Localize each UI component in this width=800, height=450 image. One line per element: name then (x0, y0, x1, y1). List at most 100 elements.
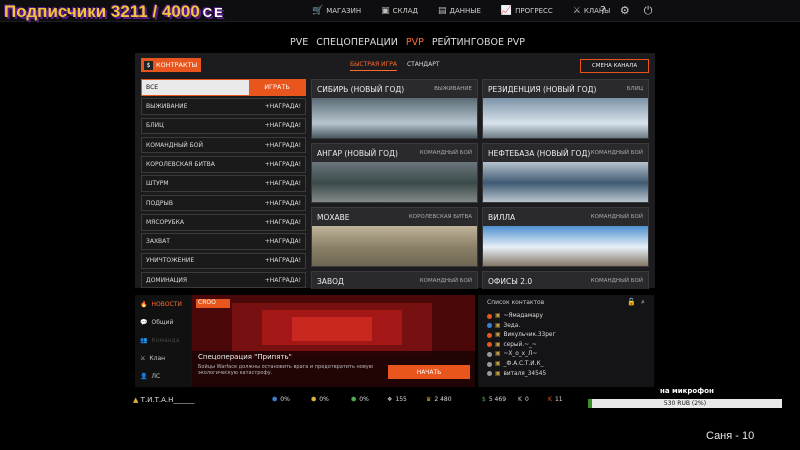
map-thumbnail (483, 98, 648, 138)
mode-action[interactable]: ИГРАТЬ (249, 80, 305, 95)
data-icon: ▤ (438, 6, 447, 16)
chat-tab-2[interactable]: 👥 Команда (135, 331, 191, 349)
mode-row[interactable]: БЛИЦ +НАГРАДА! (141, 117, 306, 135)
mode-action[interactable]: +НАГРАДА! (265, 142, 301, 149)
avatar: ▣ (495, 361, 501, 367)
mode-row[interactable]: УНИЧТОЖЕНИЕ +НАГРАДА! (141, 252, 306, 270)
swords-icon: ⚔ (572, 6, 581, 16)
topnav-item-1[interactable]: ▣ СКЛАД (381, 6, 418, 16)
tab-0[interactable]: PVE (290, 37, 308, 48)
mode-row[interactable]: ДОМИНАЦИЯ +НАГРАДА! (141, 271, 306, 289)
player-name-text: Т.И.Т.А.Н______ (140, 396, 195, 404)
power-icon[interactable]: ⏻ (644, 4, 653, 18)
stat-5: $5 469 (482, 396, 506, 403)
topnav-item-0[interactable]: 🛒 МАГАЗИН (312, 6, 361, 16)
map-card-header: АНГАР (НОВЫЙ ГОД) КОМАНДНЫЙ БОЙ (312, 144, 477, 162)
contact-row[interactable]: ▣ ~Ямадамару (487, 313, 543, 319)
tab-3[interactable]: РЕЙТИНГОВОЕ PVP (432, 37, 525, 48)
blue-booster-icon: ⬢ (272, 396, 278, 403)
chart-icon: 📈 (500, 6, 513, 16)
mode-label: ЗАХВАТ (146, 238, 170, 246)
gear-icon[interactable]: ⚙ (620, 4, 630, 18)
stat-value: 5 469 (488, 396, 507, 403)
map-name: ВИЛЛА (488, 212, 516, 222)
map-name: МОХАВЕ (317, 212, 350, 222)
mode-action[interactable]: +НАГРАДА! (265, 122, 301, 129)
contact-row[interactable]: ▣ Викульчик.33рег (487, 332, 556, 338)
news-title: Спецоперация "Припять" (198, 353, 292, 361)
stat-value: 0% (319, 396, 329, 403)
mode-row[interactable]: ВСЕ ИГРАТЬ (141, 79, 306, 96)
chat-tab-label: НОВОСТИ (151, 300, 182, 308)
contact-row[interactable]: ▣ виталя_34545 (487, 371, 546, 377)
mode-action[interactable]: +НАГРАДА! (265, 103, 301, 110)
stat-value: 2 480 (434, 396, 452, 403)
help-icon[interactable]: ? (600, 4, 606, 18)
stat-3: ❖ 155 (387, 396, 407, 403)
avatar: ▣ (495, 332, 501, 339)
rank-icon: ▲ (133, 396, 139, 404)
clan-icon: ⚔ (140, 354, 146, 362)
contact-name: виталя_34545 (503, 370, 547, 377)
subtab-0[interactable]: БЫСТРАЯ ИГРА (350, 61, 397, 71)
map-card[interactable]: ОФИСЫ 2.0 КОМАНДНЫЙ БОЙ (482, 271, 649, 289)
map-card[interactable]: МОХАВЕ КОРОЛЕВСКАЯ БИТВА (311, 207, 478, 267)
map-grid: СИБИРЬ (НОВЫЙ ГОД) ВЫЖИВАНИЕ РЕЗИДЕНЦИЯ (Н… (311, 79, 651, 289)
mode-action[interactable]: +НАГРАДА! (265, 200, 301, 207)
chat-tab-0[interactable]: 🔥 НОВОСТИ (135, 295, 191, 313)
topnav-label: ДАННЫЕ (449, 7, 481, 15)
mode-label: ШТУРМ (146, 180, 169, 188)
mode-action[interactable]: +НАГРАДА! (265, 277, 301, 284)
add-contact-icon[interactable]: 🔓 (627, 298, 636, 306)
stat-4: ♛ 2 480 (426, 396, 452, 403)
search-icon[interactable]: ⌕ (641, 298, 645, 307)
contact-row[interactable]: ▣ Зеда. (487, 323, 520, 329)
tab-1[interactable]: СПЕЦОПЕРАЦИИ (316, 37, 398, 48)
mode-row[interactable]: ПОДРЫВ +НАГРАДА! (141, 194, 306, 212)
topnav-label: ПРОГРЕСС (515, 7, 553, 15)
gold-booster-icon: ⬢ (311, 396, 317, 403)
topnav-item-2[interactable]: ▤ ДАННЫЕ (438, 6, 481, 16)
news-description: Бойцы Warface должны остановить врага и … (198, 364, 373, 376)
dollar-badge-icon: $ (144, 60, 153, 70)
mode-action[interactable]: +НАГРАДА! (265, 238, 301, 245)
map-card[interactable]: ВИЛЛА КОМАНДНЫЙ БОЙ (482, 207, 649, 267)
contact-row[interactable]: ▣ _Ф.А.С.Т.И.К_ (487, 361, 544, 367)
mode-row[interactable]: ЗАХВАТ +НАГРАДА! (141, 233, 306, 250)
topnav-item-3[interactable]: 📈 ПРОГРЕСС (501, 6, 553, 16)
map-card[interactable]: НЕФТЕБАЗА (НОВЫЙ ГОД) КОМАНДНЫЙ БОЙ (482, 143, 649, 203)
mode-list: ВСЕ ИГРАТЬ ВЫЖИВАНИЕ +НАГРАДА! БЛИЦ +НАГРАДА!… (141, 79, 306, 291)
mode-action[interactable]: +НАГРАДА! (265, 219, 301, 226)
mode-row[interactable]: ВЫЖИВАНИЕ +НАГРАДА! (141, 98, 306, 115)
mode-action[interactable]: +НАГРАДА! (265, 180, 301, 187)
mode-action[interactable]: +НАГРАДА! (265, 161, 301, 168)
change-channel-button[interactable]: СМЕНА КАНАЛА (580, 59, 649, 73)
contact-row[interactable]: ▣ серый.~_~ (487, 342, 537, 348)
mode-row[interactable]: КОМАНДНЫЙ БОЙ +НАГРАДА! (141, 136, 306, 154)
tab-2[interactable]: PVP (406, 37, 424, 48)
mode-action[interactable]: +НАГРАДА! (265, 257, 301, 264)
map-card[interactable]: ЗАВОД КОМАНДНЫЙ БОЙ (311, 271, 478, 289)
subtab-1[interactable]: СТАНДАРТ (407, 61, 440, 71)
mode-row[interactable]: КОРОЛЕВСКАЯ БИТВА +НАГРАДА! (141, 156, 306, 173)
mode-row[interactable]: МЯСОРУБКА +НАГРАДА! (141, 214, 306, 231)
stat-value: 0 (524, 396, 529, 403)
contacts-title: Список контактов (487, 299, 545, 306)
start-button[interactable]: НАЧАТЬ (388, 365, 470, 379)
team-icon: 👥 (140, 336, 148, 344)
contracts-button[interactable]: $ КОНТРАКТЫ (141, 58, 201, 72)
status-dot-icon (487, 332, 492, 338)
chat-tab-4[interactable]: 👤 ЛС (135, 367, 191, 385)
avatar: ▣ (495, 341, 501, 348)
top-nav: 🛒 МАГАЗИН ▣ СКЛАД ▤ ДАННЫЕ 📈 ПРОГРЕСС ⚔ КЛАНЫ (312, 6, 610, 16)
mode-row[interactable]: ШТУРМ +НАГРАДА! (141, 175, 306, 192)
chat-tab-3[interactable]: ⚔ Клан (135, 349, 191, 367)
map-card[interactable]: СИБИРЬ (НОВЫЙ ГОД) ВЫЖИВАНИЕ (311, 79, 478, 139)
contact-row[interactable]: ▣ ~Х_о_х_Л~ (487, 351, 537, 357)
chat-tab-1[interactable]: 💬 Общий (135, 313, 191, 331)
map-card[interactable]: АНГАР (НОВЫЙ ГОД) КОМАНДНЫЙ БОЙ (311, 143, 478, 203)
status-dot-icon (487, 371, 492, 377)
map-thumbnail (312, 226, 477, 266)
map-card-header: СИБИРЬ (НОВЫЙ ГОД) ВЫЖИВАНИЕ (312, 80, 477, 98)
map-card[interactable]: РЕЗИДЕНЦИЯ (НОВЫЙ ГОД) БЛИЦ (482, 79, 649, 139)
